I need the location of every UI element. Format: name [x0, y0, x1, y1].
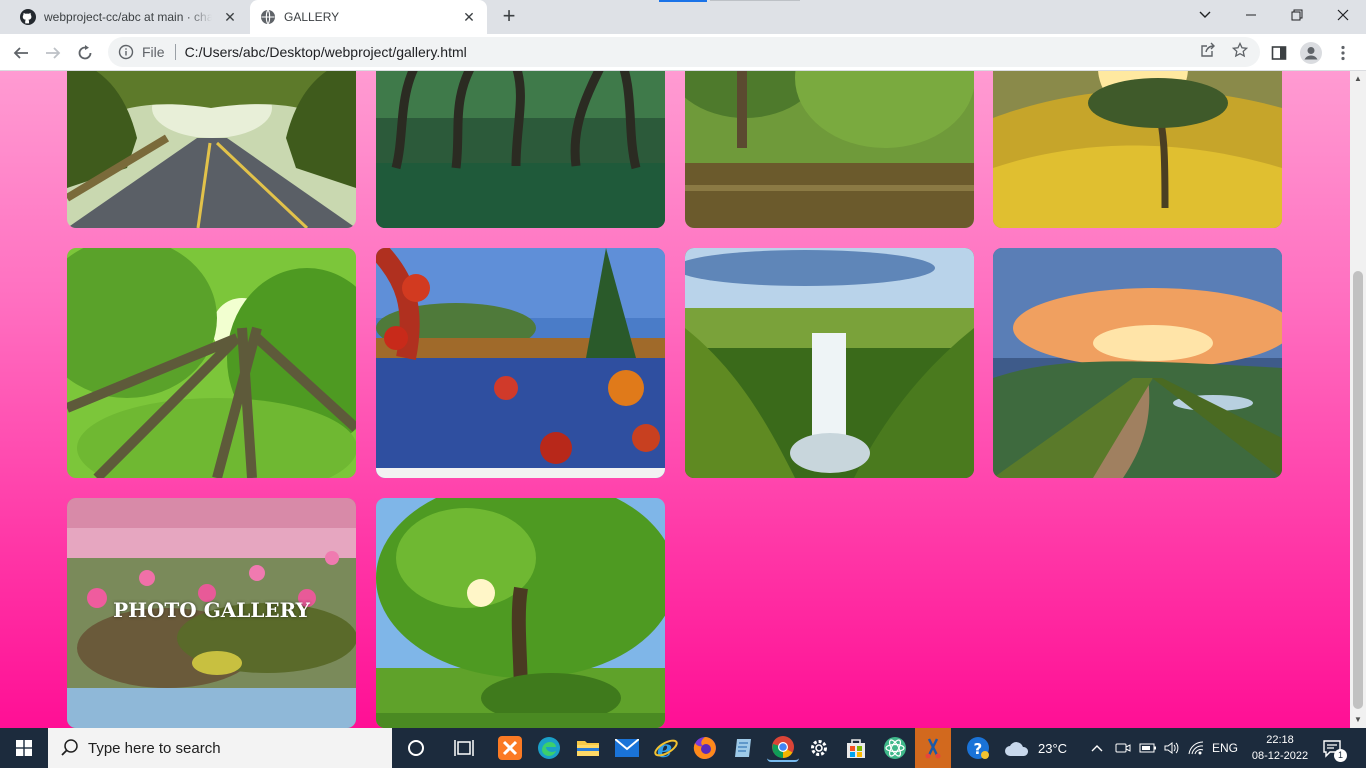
tab-search-chevron-icon[interactable]: [1182, 0, 1228, 30]
taskbar-search-box[interactable]: Type here to search: [48, 728, 392, 768]
tab-strip-accent: [659, 0, 707, 2]
show-hidden-icons-chevron-icon[interactable]: [1091, 728, 1103, 768]
gallery-photo-waterfall-valley[interactable]: [685, 248, 974, 478]
url-text[interactable]: C:/Users/abc/Desktop/webproject/gallery.…: [185, 44, 467, 60]
gallery-photo-tree-tunnel-road[interactable]: [67, 71, 356, 228]
svg-text:?: ?: [974, 740, 983, 758]
tab-gallery[interactable]: GALLERY ✕: [250, 0, 487, 34]
close-tab-icon[interactable]: ✕: [222, 9, 238, 25]
gallery-photo-tree-avenue[interactable]: [376, 71, 665, 228]
scroll-down-arrow-icon[interactable]: ▼: [1350, 712, 1366, 728]
volume-icon[interactable]: [1163, 728, 1179, 768]
bookmark-star-icon[interactable]: [1229, 39, 1251, 61]
gallery-photo-mountain-path-sunset[interactable]: [993, 248, 1282, 478]
snipping-tool-icon[interactable]: [915, 728, 951, 768]
cortana-icon[interactable]: [402, 734, 430, 762]
wifi-icon[interactable]: [1187, 728, 1205, 768]
file-explorer-icon[interactable]: [574, 734, 602, 762]
tab-github[interactable]: webproject-cc/abc at main · chai ✕: [8, 0, 248, 34]
edge-icon[interactable]: [535, 734, 563, 762]
gallery-caption: PHOTO GALLERY: [113, 598, 310, 622]
new-tab-button[interactable]: +: [498, 5, 520, 27]
info-icon[interactable]: [118, 44, 134, 60]
clock-date: 08-12-2022: [1251, 750, 1309, 762]
microsoft-store-icon[interactable]: [842, 734, 870, 762]
help-icon[interactable]: ?: [964, 734, 992, 762]
page-scrollbar[interactable]: ▲ ▼: [1350, 71, 1366, 728]
notification-count-badge: 1: [1334, 749, 1347, 762]
browser-toolbar: File C:/Users/abc/Desktop/webproject/gal…: [0, 34, 1366, 71]
tab-title: GALLERY: [284, 10, 340, 24]
restore-icon[interactable]: [1274, 0, 1320, 30]
page-viewport: PHOTO GALLERY: [0, 71, 1350, 728]
gallery-photo-pond-trees[interactable]: [685, 71, 974, 228]
clock-time: 22:18: [1266, 734, 1294, 746]
profile-avatar-icon[interactable]: [1298, 40, 1324, 66]
menu-kebab-icon[interactable]: [1330, 40, 1356, 66]
side-panel-icon[interactable]: [1266, 40, 1292, 66]
settings-gear-icon[interactable]: [805, 734, 833, 762]
system-clock[interactable]: 22:18 08-12-2022: [1246, 732, 1314, 764]
gallery-photo-big-green-tree[interactable]: [376, 498, 665, 728]
xampp-icon[interactable]: [496, 734, 524, 762]
firefox-icon[interactable]: [691, 734, 719, 762]
atom-editor-icon[interactable]: [881, 734, 909, 762]
action-center-icon[interactable]: 1: [1322, 728, 1347, 768]
reload-icon[interactable]: [72, 40, 98, 66]
gallery-photo-pink-water-lilies[interactable]: PHOTO GALLERY: [67, 498, 356, 728]
task-view-icon[interactable]: [450, 734, 478, 762]
search-icon: [61, 739, 78, 756]
meet-now-icon[interactable]: [1115, 728, 1131, 768]
scheme-label: File: [142, 44, 165, 60]
weather-temperature: 23°C: [1038, 740, 1068, 756]
close-window-icon[interactable]: [1320, 0, 1366, 30]
github-icon: [20, 9, 36, 25]
gallery-photo-autumn-lake[interactable]: [376, 248, 665, 478]
internet-explorer-icon[interactable]: e: [652, 734, 680, 762]
share-icon[interactable]: [1197, 39, 1219, 61]
scrollbar-thumb[interactable]: [1353, 271, 1363, 709]
address-bar[interactable]: File C:/Users/abc/Desktop/webproject/gal…: [108, 37, 1260, 67]
globe-icon: [261, 9, 275, 25]
language-label: ENG: [1212, 741, 1239, 755]
battery-icon[interactable]: [1139, 728, 1157, 768]
taskbar: Type here to search e ? 23°C ENG 22:18 0…: [0, 728, 1366, 768]
scroll-up-arrow-icon[interactable]: ▲: [1350, 71, 1366, 87]
windows-start-icon[interactable]: [0, 728, 48, 768]
gallery-photo-sunny-hill-tree[interactable]: [993, 71, 1282, 228]
address-separator: [174, 44, 176, 60]
search-placeholder: Type here to search: [88, 739, 221, 757]
gallery-photo-forest-canopy[interactable]: [67, 248, 356, 478]
notes-app-icon[interactable]: [730, 734, 758, 762]
minimize-icon[interactable]: [1228, 0, 1274, 30]
chrome-icon[interactable]: [767, 734, 799, 762]
back-icon[interactable]: [8, 40, 34, 66]
tab-strip: webproject-cc/abc at main · chai ✕ GALLE…: [0, 0, 1366, 34]
cloud-icon: [1005, 742, 1029, 756]
close-tab-icon[interactable]: ✕: [461, 9, 477, 25]
tab-title: webproject-cc/abc at main · chai: [44, 10, 212, 24]
mail-icon[interactable]: [613, 734, 641, 762]
tab-strip-divider: [710, 0, 800, 1]
input-language[interactable]: ENG: [1212, 728, 1238, 768]
weather-widget[interactable]: 23°C: [1004, 728, 1067, 768]
forward-icon[interactable]: [40, 40, 66, 66]
